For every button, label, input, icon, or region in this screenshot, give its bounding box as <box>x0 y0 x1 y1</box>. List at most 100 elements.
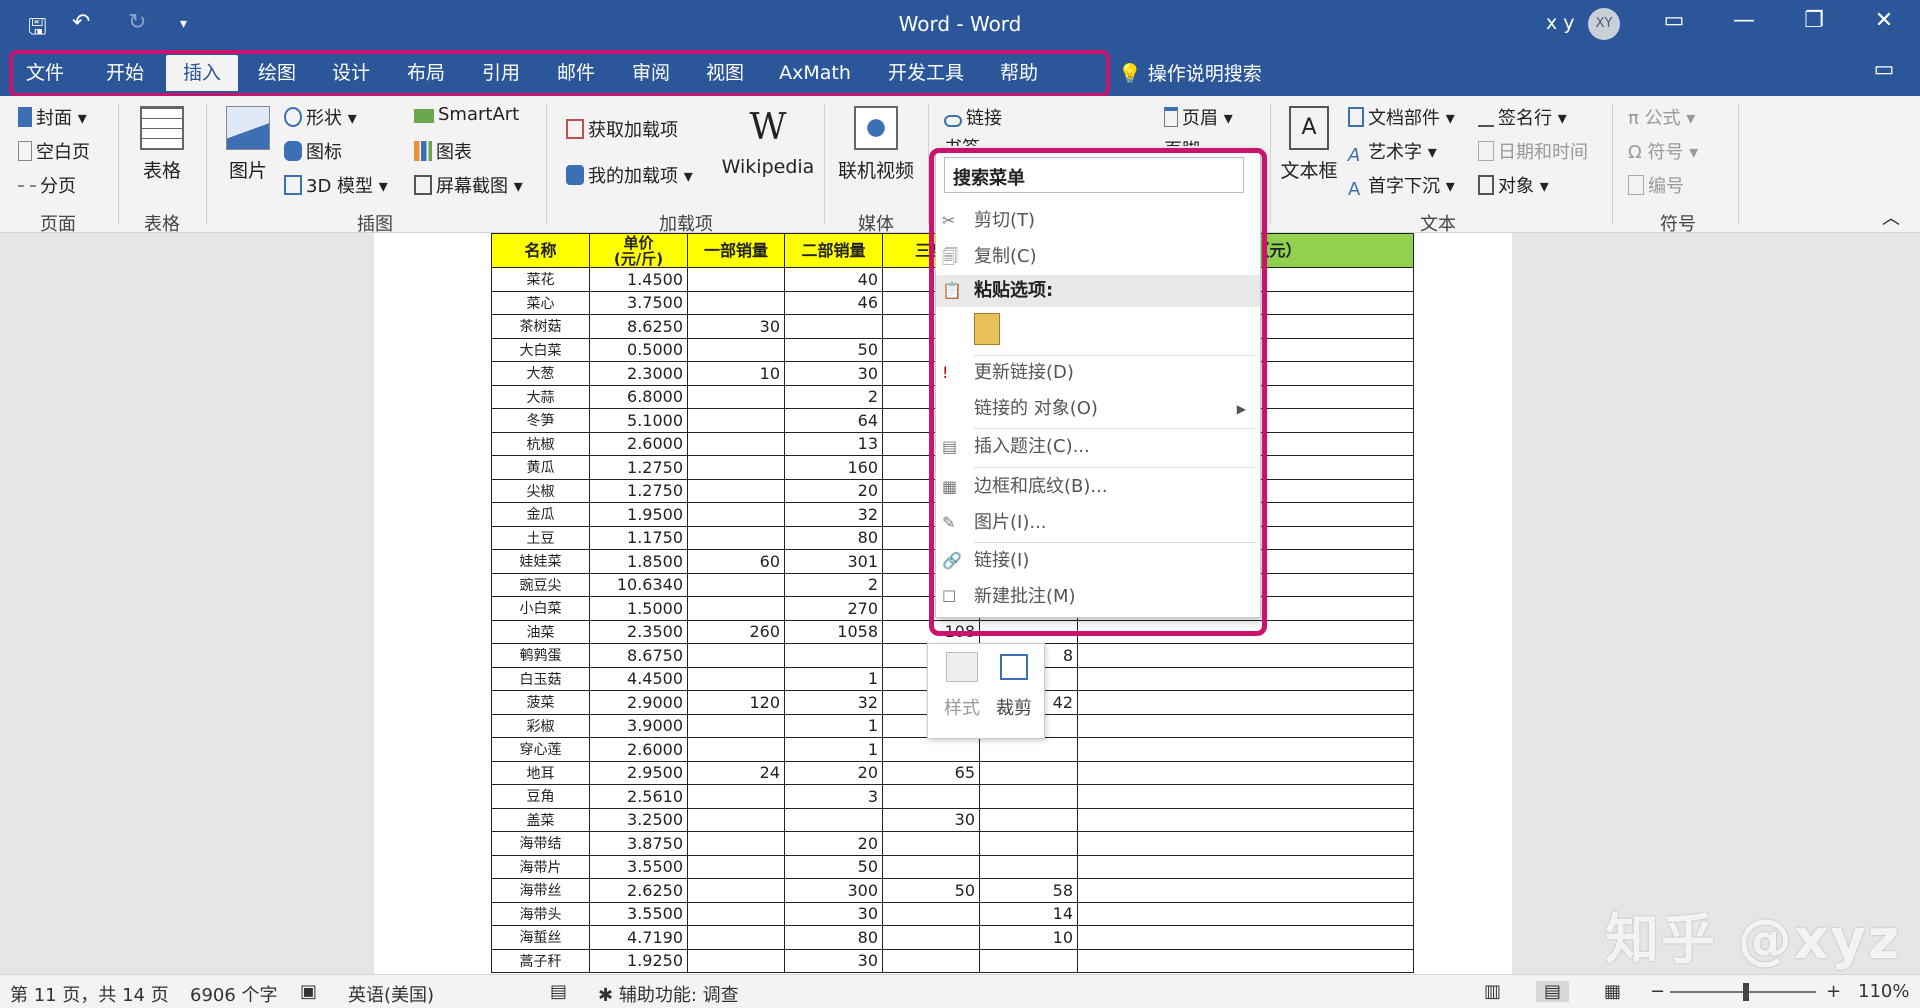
table-cell[interactable]: 10.6340 <box>589 572 688 597</box>
table-cell[interactable]: 50 <box>784 337 883 362</box>
table-cell[interactable] <box>687 901 785 926</box>
table-cell[interactable]: 2.3500 <box>589 619 688 644</box>
table-cell[interactable]: 小白菜 <box>491 596 590 621</box>
table-cell[interactable] <box>687 643 785 668</box>
table-cell[interactable] <box>687 878 785 903</box>
icons-button[interactable]: 图标 <box>284 138 342 164</box>
table-cell[interactable]: 60 <box>687 549 785 574</box>
table-cell[interactable]: 3.8750 <box>589 831 688 856</box>
table-cell[interactable] <box>687 596 785 621</box>
table-cell[interactable] <box>1077 737 1414 762</box>
table-cell[interactable]: 3.9000 <box>589 713 688 738</box>
table-cell[interactable]: 300 <box>784 878 883 903</box>
table-cell[interactable]: 2 <box>784 384 883 409</box>
table-cell[interactable]: 0.5000 <box>589 337 688 362</box>
table-cell[interactable]: 2.9000 <box>589 690 688 715</box>
table-cell[interactable] <box>687 290 785 315</box>
table-row[interactable]: 海带片 3.5500 50 <box>491 854 1414 879</box>
table-cell[interactable] <box>979 948 1078 973</box>
table-cell[interactable]: 58 <box>979 878 1078 903</box>
3d-models-button[interactable]: 3D 模型 ▾ <box>284 172 388 198</box>
table-cell[interactable] <box>1077 807 1414 832</box>
table-cell[interactable] <box>687 784 785 809</box>
table-cell[interactable] <box>784 314 883 339</box>
table-cell[interactable]: 菠菜 <box>491 690 590 715</box>
table-cell[interactable]: 穿心莲 <box>491 737 590 762</box>
table-cell[interactable]: 1.2750 <box>589 455 688 480</box>
table-cell[interactable]: 1.4500 <box>589 267 688 292</box>
table-cell[interactable]: 杭椒 <box>491 431 590 456</box>
table-cell[interactable]: 2.9500 <box>589 760 688 785</box>
tell-me-search[interactable]: 💡 操作说明搜索 <box>1118 59 1262 86</box>
table-cell[interactable]: 3 <box>784 784 883 809</box>
table-cell[interactable]: 50 <box>784 854 883 879</box>
table-row[interactable]: 蒿子秆 1.9250 30 <box>491 948 1414 973</box>
zoom-level[interactable]: 110% <box>1858 981 1909 1002</box>
table-cell[interactable]: 娃娃菜 <box>491 549 590 574</box>
table-cell[interactable]: 海带头 <box>491 901 590 926</box>
table-cell[interactable]: 1.5000 <box>589 596 688 621</box>
table-row[interactable]: 海带头 3.5500 30 14 <box>491 901 1414 926</box>
table-cell[interactable]: 2.6250 <box>589 878 688 903</box>
page-break-button[interactable]: 分页 <box>18 172 76 198</box>
table-cell[interactable]: 海带结 <box>491 831 590 856</box>
table-cell[interactable]: 8.6750 <box>589 643 688 668</box>
table-cell[interactable]: 32 <box>784 502 883 527</box>
quick-parts-button[interactable]: 文档部件 ▾ <box>1348 104 1455 130</box>
table-cell[interactable] <box>687 337 785 362</box>
table-cell[interactable] <box>687 431 785 456</box>
table-cell[interactable]: 2.5610 <box>589 784 688 809</box>
table-cell[interactable] <box>687 925 785 950</box>
table-cell[interactable]: 14 <box>979 901 1078 926</box>
table-cell[interactable] <box>882 784 980 809</box>
accessibility-status[interactable]: ✱ 辅助功能: 调查 <box>598 981 739 1007</box>
table-cell[interactable]: 6.8000 <box>589 384 688 409</box>
table-cell[interactable]: 46 <box>784 290 883 315</box>
table-row[interactable]: 海带结 3.8750 20 <box>491 831 1414 856</box>
table-cell[interactable] <box>979 807 1078 832</box>
table-cell[interactable]: 30 <box>687 314 785 339</box>
table-cell[interactable] <box>882 901 980 926</box>
table-cell[interactable]: 1 <box>784 666 883 691</box>
table-cell[interactable]: 豌豆尖 <box>491 572 590 597</box>
table-cell[interactable] <box>1077 831 1414 856</box>
table-cell[interactable] <box>979 831 1078 856</box>
table-cell[interactable] <box>882 737 980 762</box>
table-cell[interactable]: 4.7190 <box>589 925 688 950</box>
online-video-button[interactable]: 联机视频 <box>830 106 922 183</box>
table-cell[interactable] <box>1077 713 1414 738</box>
web-layout-icon[interactable]: ▦ <box>1604 981 1621 1002</box>
cover-page-button[interactable]: 封面 ▾ <box>18 104 87 130</box>
table-cell[interactable]: 尖椒 <box>491 478 590 503</box>
table-cell[interactable] <box>687 525 785 550</box>
my-addins-button[interactable]: 我的加载项 ▾ <box>566 162 693 188</box>
table-cell[interactable]: 32 <box>784 690 883 715</box>
table-cell[interactable] <box>979 760 1078 785</box>
table-cell[interactable]: 160 <box>784 455 883 480</box>
ribbon-display-icon[interactable]: ▭ <box>1654 8 1694 33</box>
bookmark-button[interactable]: 书签 <box>944 134 980 146</box>
zoom-slider-thumb[interactable] <box>1743 983 1749 1001</box>
table-cell[interactable] <box>882 925 980 950</box>
table-cell[interactable] <box>687 831 785 856</box>
table-cell[interactable]: 土豆 <box>491 525 590 550</box>
table-cell[interactable]: 白玉菇 <box>491 666 590 691</box>
table-cell[interactable]: 大蒜 <box>491 384 590 409</box>
macro-icon[interactable]: ▤ <box>550 981 567 1002</box>
table-cell[interactable]: 地耳 <box>491 760 590 785</box>
style-button[interactable]: 样式 <box>938 652 986 720</box>
table-cell[interactable] <box>882 831 980 856</box>
table-cell[interactable]: 1.2750 <box>589 478 688 503</box>
table-cell[interactable]: 金瓜 <box>491 502 590 527</box>
table-cell[interactable]: 301 <box>784 549 883 574</box>
table-cell[interactable]: 茶树菇 <box>491 314 590 339</box>
table-cell[interactable]: 海带丝 <box>491 878 590 903</box>
link-button[interactable]: 链接 <box>944 104 1002 130</box>
table-cell[interactable]: 2.6000 <box>589 431 688 456</box>
table-cell[interactable] <box>882 854 980 879</box>
table-cell[interactable] <box>687 384 785 409</box>
table-row[interactable]: 穿心莲 2.6000 1 <box>491 737 1414 762</box>
table-cell[interactable]: 20 <box>784 478 883 503</box>
table-cell[interactable]: 2.6000 <box>589 737 688 762</box>
table-cell[interactable]: 64 <box>784 408 883 433</box>
